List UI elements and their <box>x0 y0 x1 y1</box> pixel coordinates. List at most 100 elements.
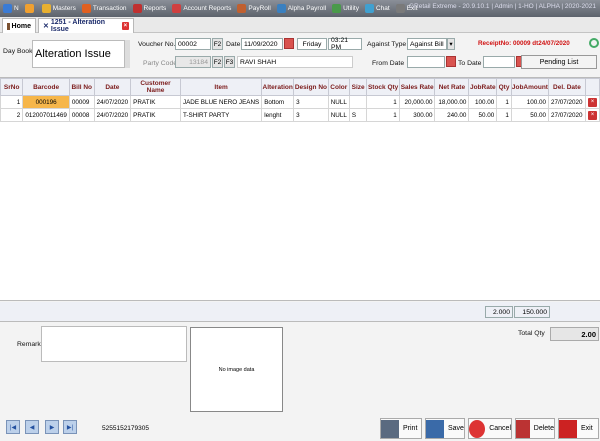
table-cell[interactable]: T-SHIRT PARTY <box>179 108 263 122</box>
table-cell[interactable]: PRATIK <box>130 95 181 109</box>
column-header[interactable]: Barcode <box>22 78 70 96</box>
against-type-select[interactable]: Against Bill <box>407 38 447 50</box>
column-header[interactable]: Net Rate <box>434 78 470 96</box>
menu-item-masters[interactable]: Masters <box>41 4 76 13</box>
table-cell[interactable]: 27/07/2020 <box>547 108 586 122</box>
save-button[interactable]: Save <box>425 418 465 439</box>
table-row[interactable]: 1 000196 00009 24/07/2020 PRATIK JADE BLUE NE… <box>0 95 600 109</box>
table-cell[interactable] <box>348 95 368 109</box>
column-header[interactable]: Qty <box>496 78 512 96</box>
menu-item-alpha-payroll[interactable]: Alpha Payroll <box>276 4 326 13</box>
column-header[interactable]: JobRate <box>468 78 498 96</box>
table-cell[interactable]: 240.00 <box>434 108 470 122</box>
print-button[interactable]: Print <box>380 418 422 439</box>
party-f2-button[interactable]: F2 <box>212 56 223 68</box>
first-record-icon[interactable]: |◀ <box>6 420 20 434</box>
table-cell[interactable]: 1 <box>496 95 512 109</box>
table-cell[interactable]: 1 <box>0 95 24 109</box>
column-header[interactable]: JobAmount <box>510 78 549 96</box>
pending-list-button[interactable]: Pending List <box>521 55 597 69</box>
from-date-field[interactable] <box>407 56 445 68</box>
to-date-field[interactable] <box>483 56 515 68</box>
column-header[interactable]: Color <box>327 78 350 96</box>
voucher-field[interactable]: 00002 <box>175 38 211 50</box>
table-cell[interactable]: 1 <box>496 108 512 122</box>
reports-icon <box>132 4 142 13</box>
table-cell[interactable]: lenght <box>261 108 295 122</box>
table-cell[interactable]: NULL <box>327 108 350 122</box>
menu-item-account-reports[interactable]: Account Reports <box>172 4 231 13</box>
delete-row-icon[interactable]: × <box>587 110 597 120</box>
column-header[interactable]: Item <box>179 78 263 96</box>
table-cell[interactable]: 100.00 <box>468 95 498 109</box>
column-header[interactable]: Design No <box>293 78 329 96</box>
table-cell[interactable]: 27/07/2020 <box>547 95 586 109</box>
table-cell[interactable]: 24/07/2020 <box>93 95 132 109</box>
tab-home[interactable]: Home <box>2 18 36 33</box>
table-cell[interactable]: 3 <box>293 95 329 109</box>
voucher-f2-button[interactable]: F2 <box>212 38 223 50</box>
table-cell[interactable]: 300.00 <box>398 108 436 122</box>
column-header[interactable]: Bill No <box>68 78 95 96</box>
cancel-button[interactable]: Cancel <box>468 418 512 439</box>
last-record-icon[interactable]: ▶| <box>63 420 77 434</box>
column-header[interactable]: Customer Name <box>130 78 181 96</box>
gear-icon[interactable] <box>589 38 599 48</box>
table-cell[interactable]: 1 <box>366 95 400 109</box>
menu-item-utility[interactable]: Utility <box>332 4 359 13</box>
menu-item-payroll[interactable]: PayRoll <box>237 4 271 13</box>
table-row[interactable]: 2 012007011469 00008 24/07/2020 PRATIK T-SHIR… <box>0 108 600 122</box>
day-book-dropdown-icon[interactable] <box>124 40 130 68</box>
table-cell[interactable]: 50.00 <box>468 108 498 122</box>
date-calendar-icon[interactable] <box>284 38 294 49</box>
table-cell[interactable]: 3 <box>293 108 329 122</box>
table-cell[interactable]: 100.00 <box>510 95 549 109</box>
previous-record-icon[interactable]: ◀ <box>25 420 39 434</box>
chevron-down-icon[interactable]: ▾ <box>447 38 455 50</box>
table-cell[interactable]: 20,000.00 <box>398 95 436 109</box>
menu-item-chat[interactable]: Chat <box>364 4 390 13</box>
menu-item-reports[interactable]: Reports <box>132 4 166 13</box>
menu-item-refresh[interactable] <box>24 4 36 13</box>
column-header[interactable]: Date <box>93 78 132 96</box>
delete-button[interactable]: Delete <box>515 418 555 439</box>
table-cell[interactable]: 00009 <box>68 95 95 109</box>
menu-item-transaction[interactable]: Transaction <box>81 4 127 13</box>
column-header[interactable]: Alteration <box>261 78 295 96</box>
table-cell[interactable]: Bottom <box>261 95 295 109</box>
delete-row-icon[interactable]: × <box>587 97 597 107</box>
party-code-field[interactable]: 13184 <box>175 56 211 68</box>
table-cell[interactable]: 00008 <box>68 108 95 122</box>
table-cell[interactable]: 24/07/2020 <box>93 108 132 122</box>
table-cell[interactable]: PRATIK <box>130 108 181 122</box>
table-cell[interactable]: 000196 <box>22 95 70 109</box>
column-header[interactable]: Sales Rate <box>398 78 436 96</box>
image-preview[interactable]: No image data <box>190 327 283 412</box>
table-cell[interactable]: 2 <box>0 108 24 122</box>
table-cell[interactable]: NULL <box>327 95 350 109</box>
column-header[interactable]: SrNo <box>0 78 24 96</box>
remarks-input[interactable] <box>41 326 187 362</box>
next-record-icon[interactable]: ▶ <box>45 420 59 434</box>
day-book-field[interactable]: Alteration Issue <box>32 40 130 68</box>
table-cell[interactable]: 1 <box>366 108 400 122</box>
exit-button[interactable]: Exit <box>558 418 599 439</box>
from-date-label: From Date <box>372 60 405 67</box>
party-f3-button[interactable]: F3 <box>224 56 235 68</box>
table-cell[interactable]: 012007011469 <box>22 108 70 122</box>
menu-item-label: Account Reports <box>183 5 232 12</box>
column-header[interactable]: Stock Qty <box>366 78 400 96</box>
row-delete-cell[interactable]: × <box>584 108 600 122</box>
row-delete-cell[interactable]: × <box>584 95 600 109</box>
table-cell[interactable]: 50.00 <box>510 108 549 122</box>
from-date-calendar-icon[interactable] <box>446 56 456 67</box>
column-header[interactable]: Size <box>348 78 368 96</box>
date-field[interactable]: 11/09/2020 <box>241 38 283 50</box>
table-cell[interactable]: 18,000.00 <box>434 95 470 109</box>
menu-item-n[interactable]: N <box>3 4 19 13</box>
column-header[interactable]: Del. Date <box>547 78 586 96</box>
table-cell[interactable]: S <box>348 108 368 122</box>
table-cell[interactable]: JADE BLUE NERO JEANS <box>179 95 263 109</box>
tab-alteration-issue[interactable]: ✕ 1251 - Alteration Issue × <box>38 18 134 33</box>
close-tab-icon[interactable]: × <box>121 22 129 30</box>
